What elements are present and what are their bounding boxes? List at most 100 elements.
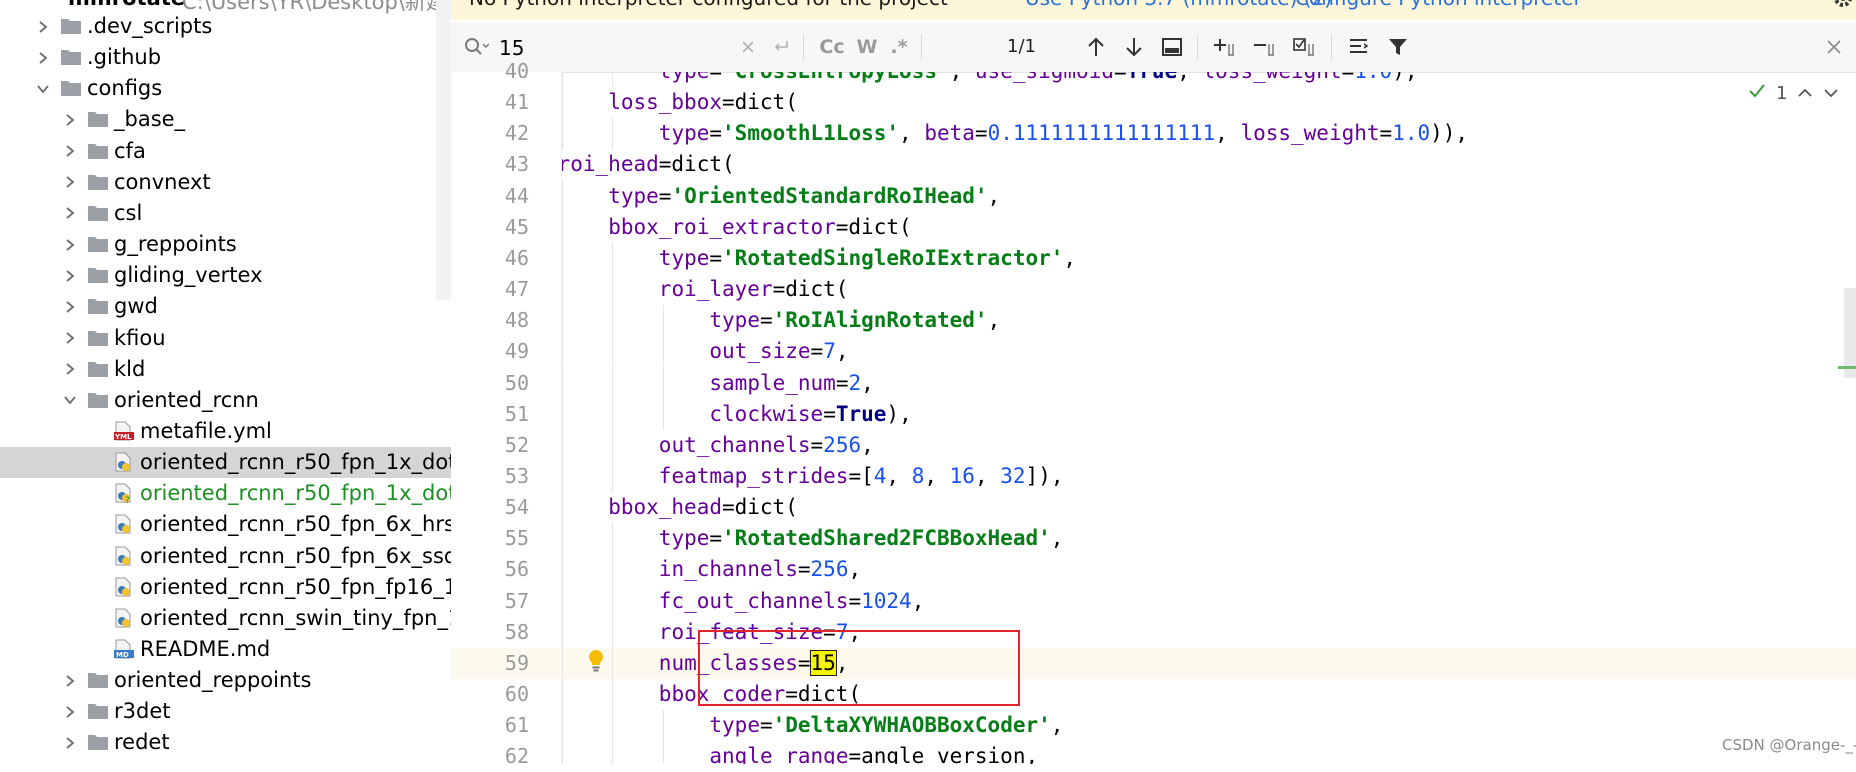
code-line[interactable]: in_channels=256, [659,554,861,585]
match-case-button[interactable]: Cc [817,34,847,60]
code-line[interactable]: type='RotatedShared2FCBBoxHead', [659,523,1064,554]
tree-item[interactable]: configs [0,73,451,104]
code-line[interactable]: type='DeltaXYWHAOBBoxCoder', [709,710,1063,741]
code-line[interactable]: roi_layer=dict( [659,274,849,305]
code-line[interactable]: bbox_head=dict( [608,492,798,523]
tree-item[interactable]: YML metafile.yml [0,416,451,447]
editor-scrollbar[interactable] [1844,288,1856,378]
code-token: type [658,121,710,146]
tree-item[interactable]: _base_ [0,104,451,135]
tree-item[interactable]: oriented_rcnn [0,385,451,416]
line-number: 42 [504,121,529,146]
gear-icon[interactable] [1833,0,1853,8]
tree-item[interactable]: oriented_rcnn_r50_fpn_6x_hrsic [0,509,451,540]
filter-search-results-icon[interactable] [1345,34,1373,60]
chevron-right-icon[interactable] [63,291,77,322]
code-token: , [1215,121,1241,146]
tree-item[interactable]: oriented_rcnn_r50_fpn_fp16_1x [0,572,451,603]
chevron-right-icon[interactable] [63,260,77,291]
tree-item[interactable]: ? oriented_rcnn_r50_fpn_1x_dota [0,478,451,509]
indent-guide [612,429,614,461]
filter-icon[interactable] [1385,34,1411,60]
search-input[interactable] [497,34,741,62]
chevron-right-icon[interactable] [63,136,77,167]
tree-item[interactable]: redet [0,727,451,758]
chevron-right-icon[interactable] [36,11,50,42]
project-tree: mmrotate C:\Users\YR\Desktop\新建文件夹 .dev_… [0,0,451,764]
tree-item[interactable]: .dev_scripts [0,11,451,42]
code-line[interactable]: sample_num=2, [709,368,873,399]
code-line[interactable]: type='RotatedSingleRoIExtractor', [659,243,1076,274]
code-line[interactable]: out_size=7, [709,336,848,367]
chevron-down-icon[interactable] [36,73,50,104]
clear-search-icon[interactable] [737,34,759,60]
chevron-right-icon[interactable] [63,198,77,229]
code-line[interactable]: featmap_strides=[4, 8, 16, 32]), [659,461,1064,492]
remove-occurrence-icon[interactable] [1251,34,1281,60]
use-python-link[interactable]: Use Python 3.7 (mmrotate) (2) [1025,0,1332,10]
chevron-right-icon[interactable] [63,696,77,727]
tree-item[interactable]: oriented_rcnn_r50_fpn_1x_dota [0,447,451,479]
tree-item[interactable]: gwd [0,291,451,322]
tree-item[interactable]: MD README.md [0,634,451,665]
tree-item[interactable]: csl [0,198,451,229]
previous-occurrence-icon[interactable] [1083,34,1109,60]
chevron-down-icon[interactable] [1823,83,1839,104]
code-line[interactable]: bbox_roi_extractor=dict( [608,212,911,243]
code-token: =dict( [772,277,849,302]
chevron-right-icon[interactable] [63,323,77,354]
tree-scrollbar[interactable] [436,0,451,300]
tree-item[interactable]: g_reppoints [0,229,451,260]
chevron-right-icon[interactable] [63,104,77,135]
tree-item[interactable]: oriented_reppoints [0,665,451,696]
tree-item[interactable]: cfa [0,136,451,167]
close-search-icon[interactable] [1821,34,1847,60]
indent-guide [612,616,614,648]
tree-item[interactable]: r3det [0,696,451,727]
select-all-occurrences-icon[interactable] [1291,34,1321,60]
tree-item[interactable]: oriented_rcnn_swin_tiny_fpn_1x [0,603,451,634]
chevron-right-icon[interactable] [36,42,50,73]
code-line[interactable]: type='OrientedStandardRoIHead', [608,181,1000,212]
chevron-right-icon[interactable] [63,354,77,385]
tree-item[interactable]: oriented_rcnn_r50_fpn_6x_ssdd [0,541,451,572]
code-line[interactable]: clockwise=True), [709,399,911,430]
code-token: =dict( [721,90,798,115]
tree-item[interactable]: gliding_vertex [0,260,451,291]
code-token: , [1177,72,1202,83]
inspection-widget[interactable]: 1 [1748,80,1839,106]
code-token: 4 [873,463,887,488]
tree-item[interactable]: convnext [0,167,451,198]
tree-item[interactable]: kfiou [0,323,451,354]
code-line[interactable]: type='SmoothL1Loss', beta=0.111111111111… [659,118,1468,149]
words-button[interactable]: W [855,34,879,60]
chevron-up-icon[interactable] [1797,83,1813,104]
chevron-right-icon[interactable] [63,229,77,260]
tree-item[interactable]: .github [0,42,451,73]
code-line[interactable]: angle_range=angle_version, [709,741,1038,764]
code-line[interactable]: type='CrossEntropyLoss', use_sigmoid=Tru… [659,72,1418,87]
chevron-right-icon[interactable] [63,167,77,198]
chevron-down-icon[interactable] [63,385,77,416]
code-token: = [1342,72,1355,83]
add-occurrence-icon[interactable] [1211,34,1241,60]
folder-icon [87,296,109,316]
code-line[interactable]: out_channels=256, [659,430,874,461]
code-line[interactable]: fc_out_channels=1024, [659,586,925,617]
new-line-icon[interactable] [769,34,793,60]
regex-button[interactable]: .* [887,34,911,60]
tree-item[interactable]: kld [0,354,451,385]
next-occurrence-icon[interactable] [1121,34,1147,60]
line-number: 52 [504,432,529,457]
code-line[interactable]: roi_head=dict( [562,149,735,180]
search-icon[interactable] [463,36,490,58]
chevron-right-icon[interactable] [63,665,77,696]
code-token: 'DeltaXYWHAOBBoxCoder' [772,713,1051,738]
code-line[interactable]: loss_bbox=dict( [608,87,798,118]
code-line[interactable]: type='RoIAlignRotated', [709,305,1000,336]
lightbulb-icon[interactable] [586,648,606,674]
open-results-window-icon[interactable] [1159,34,1185,60]
configure-interpreter-link[interactable]: Configure Python interpreter [1295,0,1582,10]
line-number: 58 [504,619,529,644]
chevron-right-icon[interactable] [63,727,77,758]
